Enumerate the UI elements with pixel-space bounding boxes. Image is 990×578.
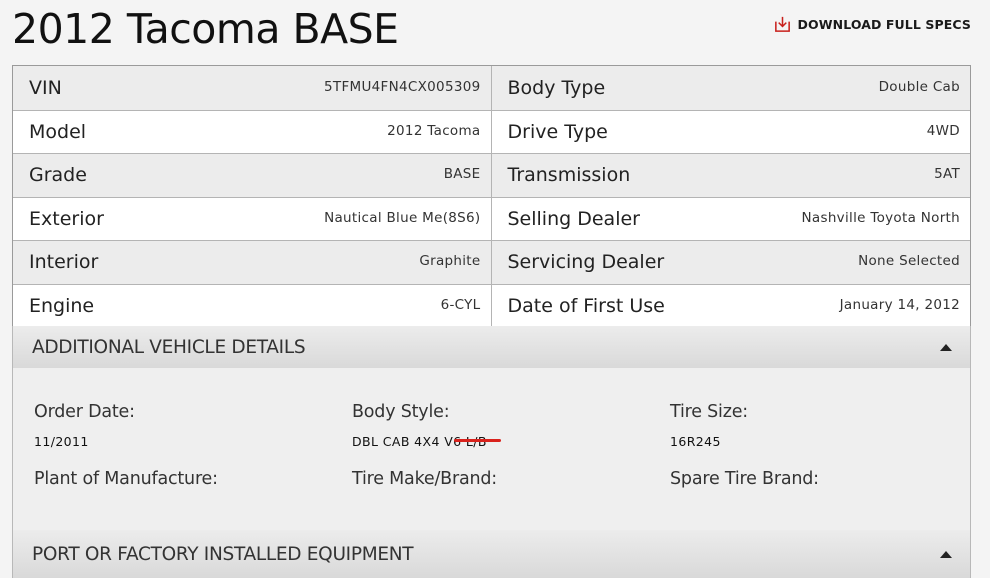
spec-cell-date-first-use: Date of First Use January 14, 2012 bbox=[492, 285, 971, 328]
spec-value: Double Cab bbox=[878, 78, 960, 95]
spec-value: 2012 Tacoma bbox=[387, 122, 481, 139]
spec-cell-drive-type: Drive Type 4WD bbox=[492, 111, 971, 154]
detail-label: Plant of Manufacture: bbox=[34, 469, 218, 489]
spec-row: Exterior Nautical Blue Me(8S6) Selling D… bbox=[13, 196, 971, 241]
section-title: PORT OR FACTORY INSTALLED EQUIPMENT bbox=[32, 543, 414, 565]
spec-value: None Selected bbox=[858, 253, 960, 270]
spec-label: Transmission bbox=[507, 164, 631, 187]
spec-cell-model: Model 2012 Tacoma bbox=[13, 110, 492, 153]
detail-tire-size: Tire Size: 16R245 bbox=[670, 402, 748, 449]
installed-equipment-header[interactable]: PORT OR FACTORY INSTALLED EQUIPMENT bbox=[13, 530, 970, 578]
spec-value: 4WD bbox=[926, 122, 960, 139]
spec-label: Drive Type bbox=[507, 120, 608, 143]
spec-value: 5TFMU4FN4CX005309 bbox=[324, 78, 481, 95]
spec-cell-engine: Engine 6-CYL bbox=[13, 284, 492, 327]
detail-label: Tire Size: bbox=[670, 402, 748, 422]
spec-cell-transmission: Transmission 5AT bbox=[492, 154, 971, 197]
spec-label: Interior bbox=[29, 251, 99, 274]
additional-details-section: ADDITIONAL VEHICLE DETAILS Order Date: 1… bbox=[12, 326, 971, 536]
spec-row: VIN 5TFMU4FN4CX005309 Body Type Double C… bbox=[13, 66, 970, 110]
detail-label: Order Date: bbox=[34, 402, 135, 422]
additional-details-header[interactable]: ADDITIONAL VEHICLE DETAILS bbox=[13, 326, 970, 368]
spec-label: Date of First Use bbox=[507, 294, 665, 317]
spec-value: 6-CYL bbox=[440, 296, 481, 313]
detail-tire-make-brand: Tire Make/Brand: bbox=[352, 469, 497, 501]
spec-row: Interior Graphite Servicing Dealer None … bbox=[13, 240, 970, 284]
spec-value: BASE bbox=[443, 166, 481, 183]
spec-label: Selling Dealer bbox=[507, 207, 640, 230]
detail-label: Spare Tire Brand: bbox=[670, 469, 819, 489]
page-title: 2012 Tacoma BASE bbox=[12, 5, 399, 53]
section-title: ADDITIONAL VEHICLE DETAILS bbox=[32, 336, 306, 358]
detail-spare-tire-brand: Spare Tire Brand: bbox=[670, 469, 819, 501]
spec-label: Grade bbox=[29, 164, 87, 187]
installed-equipment-section: PORT OR FACTORY INSTALLED EQUIPMENT bbox=[12, 530, 971, 578]
red-underline-annotation bbox=[454, 439, 501, 442]
spec-value: Nashville Toyota North bbox=[801, 209, 960, 226]
spec-label: Exterior bbox=[29, 207, 104, 230]
spec-label: Servicing Dealer bbox=[507, 251, 665, 274]
caret-up-icon[interactable] bbox=[940, 343, 952, 351]
spec-value: January 14, 2012 bbox=[839, 296, 960, 313]
spec-cell-body-type: Body Type Double Cab bbox=[492, 66, 971, 110]
spec-label: Body Type bbox=[507, 76, 606, 99]
spec-label: VIN bbox=[29, 76, 62, 99]
spec-row: Engine 6-CYL Date of First Use January 1… bbox=[13, 283, 971, 328]
spec-row: Model 2012 Tacoma Drive Type 4WD bbox=[13, 109, 971, 154]
spec-value: Nautical Blue Me(8S6) bbox=[324, 209, 481, 226]
caret-up-icon[interactable] bbox=[940, 550, 952, 558]
download-label: DOWNLOAD FULL SPECS bbox=[797, 17, 971, 32]
spec-cell-selling-dealer: Selling Dealer Nashville Toyota North bbox=[492, 198, 971, 241]
download-full-specs-link[interactable]: DOWNLOAD FULL SPECS bbox=[773, 15, 971, 34]
detail-order-date: Order Date: 11/2011 bbox=[34, 402, 135, 449]
detail-value: 11/2011 bbox=[34, 434, 89, 449]
detail-label: Body Style: bbox=[352, 402, 450, 422]
spec-cell-exterior: Exterior Nautical Blue Me(8S6) bbox=[13, 197, 492, 240]
spec-label: Engine bbox=[29, 294, 95, 317]
download-icon bbox=[774, 16, 790, 32]
detail-plant-of-manufacture: Plant of Manufacture: bbox=[34, 469, 218, 501]
spec-row: Grade BASE Transmission 5AT bbox=[13, 153, 970, 197]
additional-details-body: Order Date: 11/2011 Body Style: DBL CAB … bbox=[13, 368, 970, 535]
detail-label: Tire Make/Brand: bbox=[352, 469, 497, 489]
spec-cell-grade: Grade BASE bbox=[13, 154, 492, 197]
vehicle-specs-table: VIN 5TFMU4FN4CX005309 Body Type Double C… bbox=[12, 65, 971, 328]
spec-cell-vin: VIN 5TFMU4FN4CX005309 bbox=[13, 66, 492, 110]
spec-value: 5AT bbox=[934, 166, 960, 183]
detail-value: 16R245 bbox=[670, 434, 721, 449]
spec-value: Graphite bbox=[419, 253, 481, 270]
spec-label: Model bbox=[29, 120, 87, 143]
spec-cell-servicing-dealer: Servicing Dealer None Selected bbox=[492, 241, 971, 284]
spec-cell-interior: Interior Graphite bbox=[13, 241, 492, 284]
